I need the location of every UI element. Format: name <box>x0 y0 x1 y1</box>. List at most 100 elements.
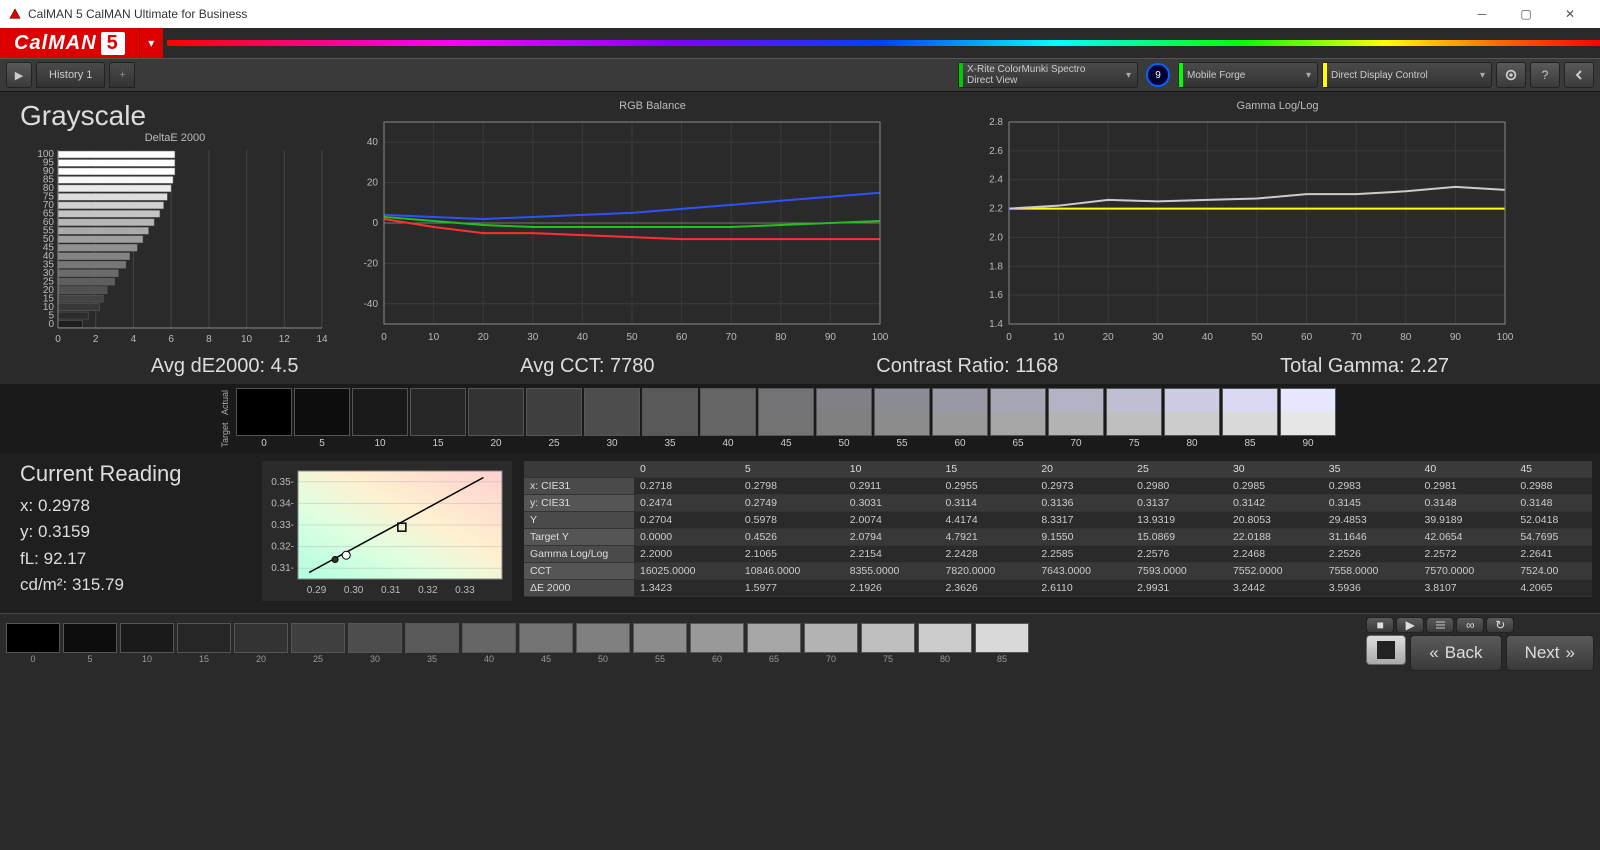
minimize-button[interactable]: ─ <box>1460 0 1504 28</box>
footer-swatches: 0510152025303540455055606570758085 <box>6 623 1029 664</box>
page-title: Grayscale <box>20 100 330 132</box>
chevron-left-icon: « <box>1429 643 1438 663</box>
meter-label: X-Rite ColorMunki Spectro Direct View <box>967 64 1085 86</box>
next-label: Next <box>1525 643 1560 663</box>
footer-swatch-10[interactable]: 10 <box>120 623 174 664</box>
svg-text:100: 100 <box>1497 332 1514 343</box>
next-button[interactable]: Next » <box>1506 635 1594 671</box>
brand-menu-button[interactable]: ▾ <box>139 28 163 58</box>
footer-swatch-15[interactable]: 15 <box>177 623 231 664</box>
footer-swatch-65[interactable]: 65 <box>747 623 801 664</box>
svg-text:1.8: 1.8 <box>989 261 1003 272</box>
expand-button[interactable] <box>1564 62 1594 88</box>
play-button[interactable]: ▶ <box>6 62 32 88</box>
infinity-button[interactable]: ∞ <box>1456 617 1484 633</box>
display-label: Direct Display Control <box>1331 70 1428 81</box>
display-dropdown[interactable]: Direct Display Control ▾ <box>1322 62 1492 88</box>
bottom-data-area: Current Reading x: 0.2978 y: 0.3159 fL: … <box>0 453 1600 613</box>
swatch-85: 85 <box>1222 388 1278 449</box>
list-button[interactable] <box>1426 617 1454 633</box>
svg-text:40: 40 <box>1202 332 1214 343</box>
chevron-left-icon <box>1574 70 1584 80</box>
swatch-0: 0 <box>236 388 292 449</box>
swatch-45: 45 <box>758 388 814 449</box>
reading-count-badge[interactable]: 9 <box>1146 63 1170 87</box>
maximize-button[interactable]: ▢ <box>1504 0 1548 28</box>
svg-text:0.30: 0.30 <box>344 585 364 596</box>
footer-swatch-50[interactable]: 50 <box>576 623 630 664</box>
metric-avg-de: Avg dE2000: 4.5 <box>151 355 299 378</box>
svg-text:0.29: 0.29 <box>307 585 327 596</box>
close-button[interactable]: ✕ <box>1548 0 1592 28</box>
metric-contrast: Contrast Ratio: 1168 <box>876 355 1058 378</box>
svg-text:100: 100 <box>37 149 54 160</box>
brand-version: 5 <box>101 32 125 55</box>
toolbar: ▶ History 1 + X-Rite ColorMunki Spectro … <box>0 58 1600 92</box>
settings-button[interactable] <box>1496 62 1526 88</box>
footer-swatch-5[interactable]: 5 <box>63 623 117 664</box>
app-logo-icon <box>8 7 22 21</box>
chevron-down-icon: ▾ <box>1480 70 1485 81</box>
footer-swatch-80[interactable]: 80 <box>918 623 972 664</box>
svg-text:2.8: 2.8 <box>989 117 1003 128</box>
svg-text:8: 8 <box>206 334 212 345</box>
svg-text:0: 0 <box>381 332 387 343</box>
footer-swatch-55[interactable]: 55 <box>633 623 687 664</box>
footer-swatch-25[interactable]: 25 <box>291 623 345 664</box>
svg-text:10: 10 <box>428 332 440 343</box>
meter-dropdown[interactable]: X-Rite ColorMunki Spectro Direct View ▾ <box>958 62 1138 88</box>
back-button[interactable]: « Back <box>1410 635 1501 671</box>
table-row: Gamma Log/Log2.20002.10652.21542.24282.2… <box>524 546 1592 563</box>
source-dropdown[interactable]: Mobile Forge ▾ <box>1178 62 1318 88</box>
play-small-button[interactable]: ▶ <box>1396 617 1424 633</box>
svg-text:12: 12 <box>279 334 291 345</box>
stop-small-button[interactable]: ■ <box>1366 617 1394 633</box>
footer-swatch-20[interactable]: 20 <box>234 623 288 664</box>
footer-swatch-60[interactable]: 60 <box>690 623 744 664</box>
svg-text:0.31-: 0.31- <box>271 563 294 574</box>
deltae-chart: 0246810121405101520253035404550556065707… <box>20 146 330 346</box>
footer-swatch-45[interactable]: 45 <box>519 623 573 664</box>
footer-swatch-75[interactable]: 75 <box>861 623 915 664</box>
swatch-80: 80 <box>1164 388 1220 449</box>
tab-history[interactable]: History 1 <box>36 62 105 88</box>
svg-text:90: 90 <box>1450 332 1462 343</box>
svg-text:50: 50 <box>1251 332 1263 343</box>
swatch-35: 35 <box>642 388 698 449</box>
svg-text:0.32-: 0.32- <box>271 542 294 553</box>
footer-swatch-85[interactable]: 85 <box>975 623 1029 664</box>
swatch-40: 40 <box>700 388 756 449</box>
grayscale-swatches: Target Actual 05101520253035404550556065… <box>0 384 1600 453</box>
footer-swatch-35[interactable]: 35 <box>405 623 459 664</box>
reading-y: y: 0.3159 <box>20 519 250 545</box>
footer-swatch-0[interactable]: 0 <box>6 623 60 664</box>
footer-controls: 0510152025303540455055606570758085 ■ ▶ ∞… <box>0 613 1600 673</box>
footer-swatch-30[interactable]: 30 <box>348 623 402 664</box>
swatch-15: 15 <box>410 388 466 449</box>
svg-text:0: 0 <box>372 218 378 229</box>
svg-text:40: 40 <box>577 332 589 343</box>
help-button[interactable]: ? <box>1530 62 1560 88</box>
gamma-chart-title: Gamma Log/Log <box>975 100 1580 112</box>
brand-name: CalMAN <box>14 32 97 55</box>
svg-text:0: 0 <box>55 334 61 345</box>
window-titlebar: CalMAN 5 CalMAN Ultimate for Business ─ … <box>0 0 1600 28</box>
swatch-65: 65 <box>990 388 1046 449</box>
current-reading-panel: Current Reading x: 0.2978 y: 0.3159 fL: … <box>20 461 250 609</box>
footer-swatch-70[interactable]: 70 <box>804 623 858 664</box>
svg-text:1.6: 1.6 <box>989 290 1003 301</box>
svg-text:40: 40 <box>367 137 379 148</box>
tab-add-button[interactable]: + <box>109 62 135 88</box>
footer-swatch-40[interactable]: 40 <box>462 623 516 664</box>
refresh-button[interactable]: ↻ <box>1486 617 1514 633</box>
rgb-balance-panel: RGB Balance -40-200204001020304050607080… <box>350 100 955 347</box>
swatch-50: 50 <box>816 388 872 449</box>
help-icon: ? <box>1542 68 1549 82</box>
window-title: CalMAN 5 CalMAN Ultimate for Business <box>28 7 247 21</box>
nav-cluster: ■ ▶ ∞ ↻ « Back Next » <box>1366 617 1594 671</box>
svg-text:30: 30 <box>1152 332 1164 343</box>
status-bar-yellow <box>1323 63 1327 87</box>
stop-large-button[interactable] <box>1366 635 1406 665</box>
back-label: Back <box>1445 643 1483 663</box>
svg-text:60: 60 <box>676 332 688 343</box>
